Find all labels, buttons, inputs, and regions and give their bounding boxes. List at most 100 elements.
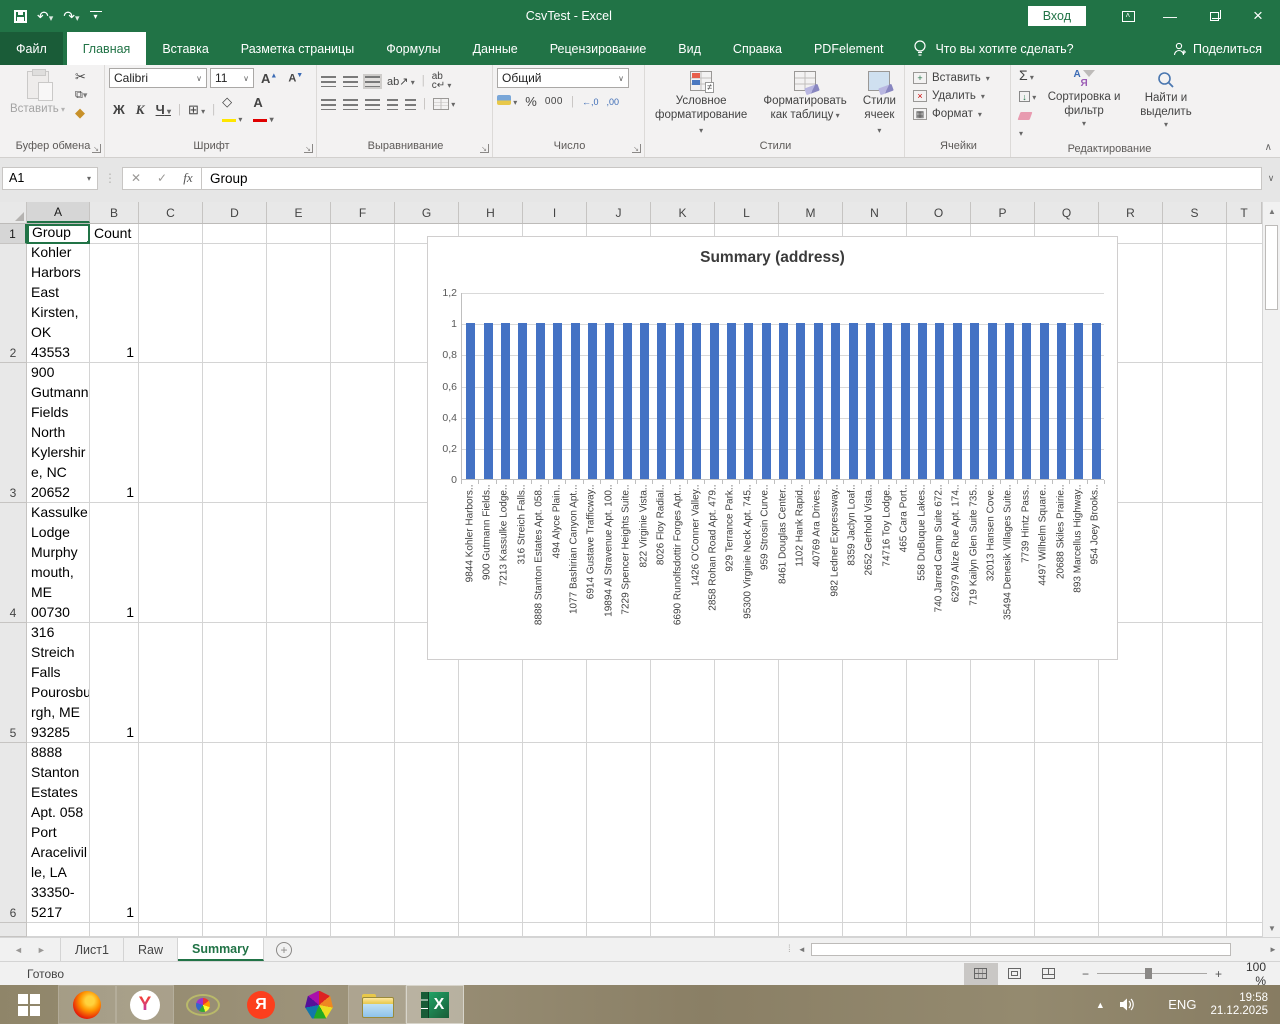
sort-filter-button[interactable]: А Я Сортировка и фильтр [1042, 68, 1126, 131]
taskbar-color-app[interactable] [290, 985, 348, 1024]
taskbar-file-explorer[interactable] [348, 985, 406, 1024]
cell-A3[interactable]: 900 Gutmann Fields North Kylershir e, NC… [27, 363, 90, 503]
taskbar-yandex[interactable]: Я [232, 985, 290, 1024]
taskbar-excel[interactable]: X [406, 985, 464, 1024]
language-indicator[interactable]: ENG [1168, 997, 1196, 1012]
add-sheet-button[interactable]: + [275, 942, 292, 958]
row-header-1[interactable]: 1 [0, 224, 27, 244]
column-header-C[interactable]: C [139, 202, 203, 223]
column-header-L[interactable]: L [715, 202, 779, 223]
zoom-slider-thumb[interactable] [1144, 968, 1152, 979]
vertical-scroll-thumb[interactable] [1265, 225, 1278, 310]
align-top-icon[interactable] [321, 75, 336, 87]
scroll-left-icon[interactable]: ◄ [794, 941, 809, 958]
cell-B6[interactable]: 1 [90, 743, 139, 923]
minimize-button[interactable]: — [1148, 0, 1192, 32]
underline-button[interactable]: Ч [152, 101, 175, 118]
clock[interactable]: 19:58 21.12.2025 [1210, 992, 1268, 1018]
ribbon-display-options-button[interactable] [1108, 0, 1148, 32]
accounting-format-button[interactable] [497, 95, 517, 108]
cell-B4[interactable]: 1 [90, 503, 139, 623]
percent-button[interactable]: % [525, 94, 537, 109]
cell-B5[interactable]: 1 [90, 623, 139, 743]
cell-B2[interactable]: 1 [90, 244, 139, 363]
network-icon[interactable] [1150, 998, 1155, 1011]
cut-icon[interactable]: ✂ [75, 70, 87, 84]
empty-cells[interactable] [139, 923, 1262, 937]
tab-Данные[interactable]: Данные [457, 32, 534, 65]
confirm-entry-icon[interactable]: ✓ [149, 171, 175, 185]
delete-cells-button[interactable]: × Удалить [909, 88, 1008, 104]
restore-button[interactable] [1192, 0, 1236, 32]
tab-Вид[interactable]: Вид [662, 32, 717, 65]
italic-button[interactable]: К [132, 101, 149, 119]
font-name-combo[interactable]: Calibri ∨ [109, 68, 207, 88]
start-button[interactable] [0, 985, 58, 1024]
tab-PDFelement[interactable]: PDFelement [798, 32, 899, 65]
scrollbar-resize-grip[interactable]: ⁞ [788, 944, 795, 955]
customize-qat-icon[interactable]: ▾ [89, 11, 102, 21]
column-header-T[interactable]: T [1227, 202, 1262, 223]
column-header-F[interactable]: F [331, 202, 395, 223]
fill-button[interactable]: ↓ [1019, 89, 1036, 105]
tab-Вставка[interactable]: Вставка [146, 32, 224, 65]
page-break-view-button[interactable] [1032, 963, 1066, 985]
row-header-7[interactable] [0, 923, 27, 937]
sheet-tab-Лист1[interactable]: Лист1 [59, 938, 124, 961]
increase-decimal-button[interactable]: ←,0 [582, 97, 599, 107]
hidden-icons-chevron[interactable]: ▲ [1096, 1000, 1105, 1010]
decrease-indent-icon[interactable] [387, 98, 398, 110]
insert-cells-button[interactable]: + Вставить [909, 70, 1008, 86]
align-right-icon[interactable] [365, 98, 380, 110]
cell-B7[interactable] [90, 923, 139, 937]
cell-B3[interactable]: 1 [90, 363, 139, 503]
column-header-E[interactable]: E [267, 202, 331, 223]
horizontal-scrollbar[interactable]: ⁞ ◄ ► [788, 938, 1280, 961]
redo-icon[interactable]: ↷▾ [63, 9, 79, 23]
row-header-3[interactable]: 3 [0, 363, 27, 503]
signin-button[interactable]: Вход [1027, 6, 1086, 26]
comma-style-button[interactable]: 000 [545, 96, 563, 107]
align-bottom-icon[interactable] [363, 73, 382, 89]
column-header-D[interactable]: D [203, 202, 267, 223]
page-layout-view-button[interactable] [998, 963, 1032, 985]
column-header-M[interactable]: M [779, 202, 843, 223]
cell-A5[interactable]: 316 Streich Falls Pourosbu rgh, ME 93285 [27, 623, 90, 743]
row-header-6[interactable]: 6 [0, 743, 27, 923]
taskbar-firefox[interactable] [58, 985, 116, 1024]
tab-Рецензирование[interactable]: Рецензирование [534, 32, 663, 65]
column-header-B[interactable]: B [90, 202, 139, 223]
tab-Формулы[interactable]: Формулы [370, 32, 456, 65]
row-header-5[interactable]: 5 [0, 623, 27, 743]
row-header-4[interactable]: 4 [0, 503, 27, 623]
borders-button[interactable]: ⊞ [184, 101, 209, 119]
tab-Главная[interactable]: Главная [66, 32, 147, 65]
cell-A4[interactable]: 7213 Kassulke Lodge Murphy mouth, ME 007… [27, 503, 90, 623]
row-header-2[interactable]: 2 [0, 244, 27, 363]
orientation-button[interactable]: ab↗ [387, 75, 415, 88]
formula-input[interactable]: Group [202, 166, 1262, 190]
merge-center-button[interactable] [433, 98, 455, 110]
normal-view-button[interactable] [963, 962, 998, 985]
scroll-down-icon[interactable]: ▼ [1263, 919, 1280, 937]
cell-A2[interactable]: 9844 Kohler Harbors East Kirsten, OK 435… [27, 244, 90, 363]
paste-button[interactable]: Вставить [4, 68, 71, 119]
name-box[interactable]: A1 ▾ [2, 166, 98, 190]
align-middle-icon[interactable] [343, 75, 358, 87]
collapse-ribbon-button[interactable]: ∧ [1265, 142, 1272, 153]
scroll-up-icon[interactable]: ▲ [1263, 202, 1280, 220]
zoom-out-button[interactable]: − [1082, 967, 1089, 981]
column-header-N[interactable]: N [843, 202, 907, 223]
alignment-dialog-launcher[interactable] [480, 144, 489, 153]
undo-icon[interactable]: ↶▾ [37, 9, 53, 23]
taskbar-yandex-browser[interactable]: Y [116, 985, 174, 1024]
cell-A1[interactable]: Group [27, 224, 90, 244]
font-dialog-launcher[interactable] [304, 144, 313, 153]
find-select-button[interactable]: Найти и выделить [1128, 68, 1204, 132]
volume-icon[interactable] [1119, 997, 1136, 1012]
fill-color-button[interactable]: ◇ [218, 93, 246, 126]
column-header-R[interactable]: R [1099, 202, 1163, 223]
tell-me-box[interactable]: Что вы хотите сделать? [913, 32, 1074, 65]
format-painter-icon[interactable]: ◆ [75, 106, 87, 120]
zoom-slider[interactable] [1096, 968, 1207, 979]
